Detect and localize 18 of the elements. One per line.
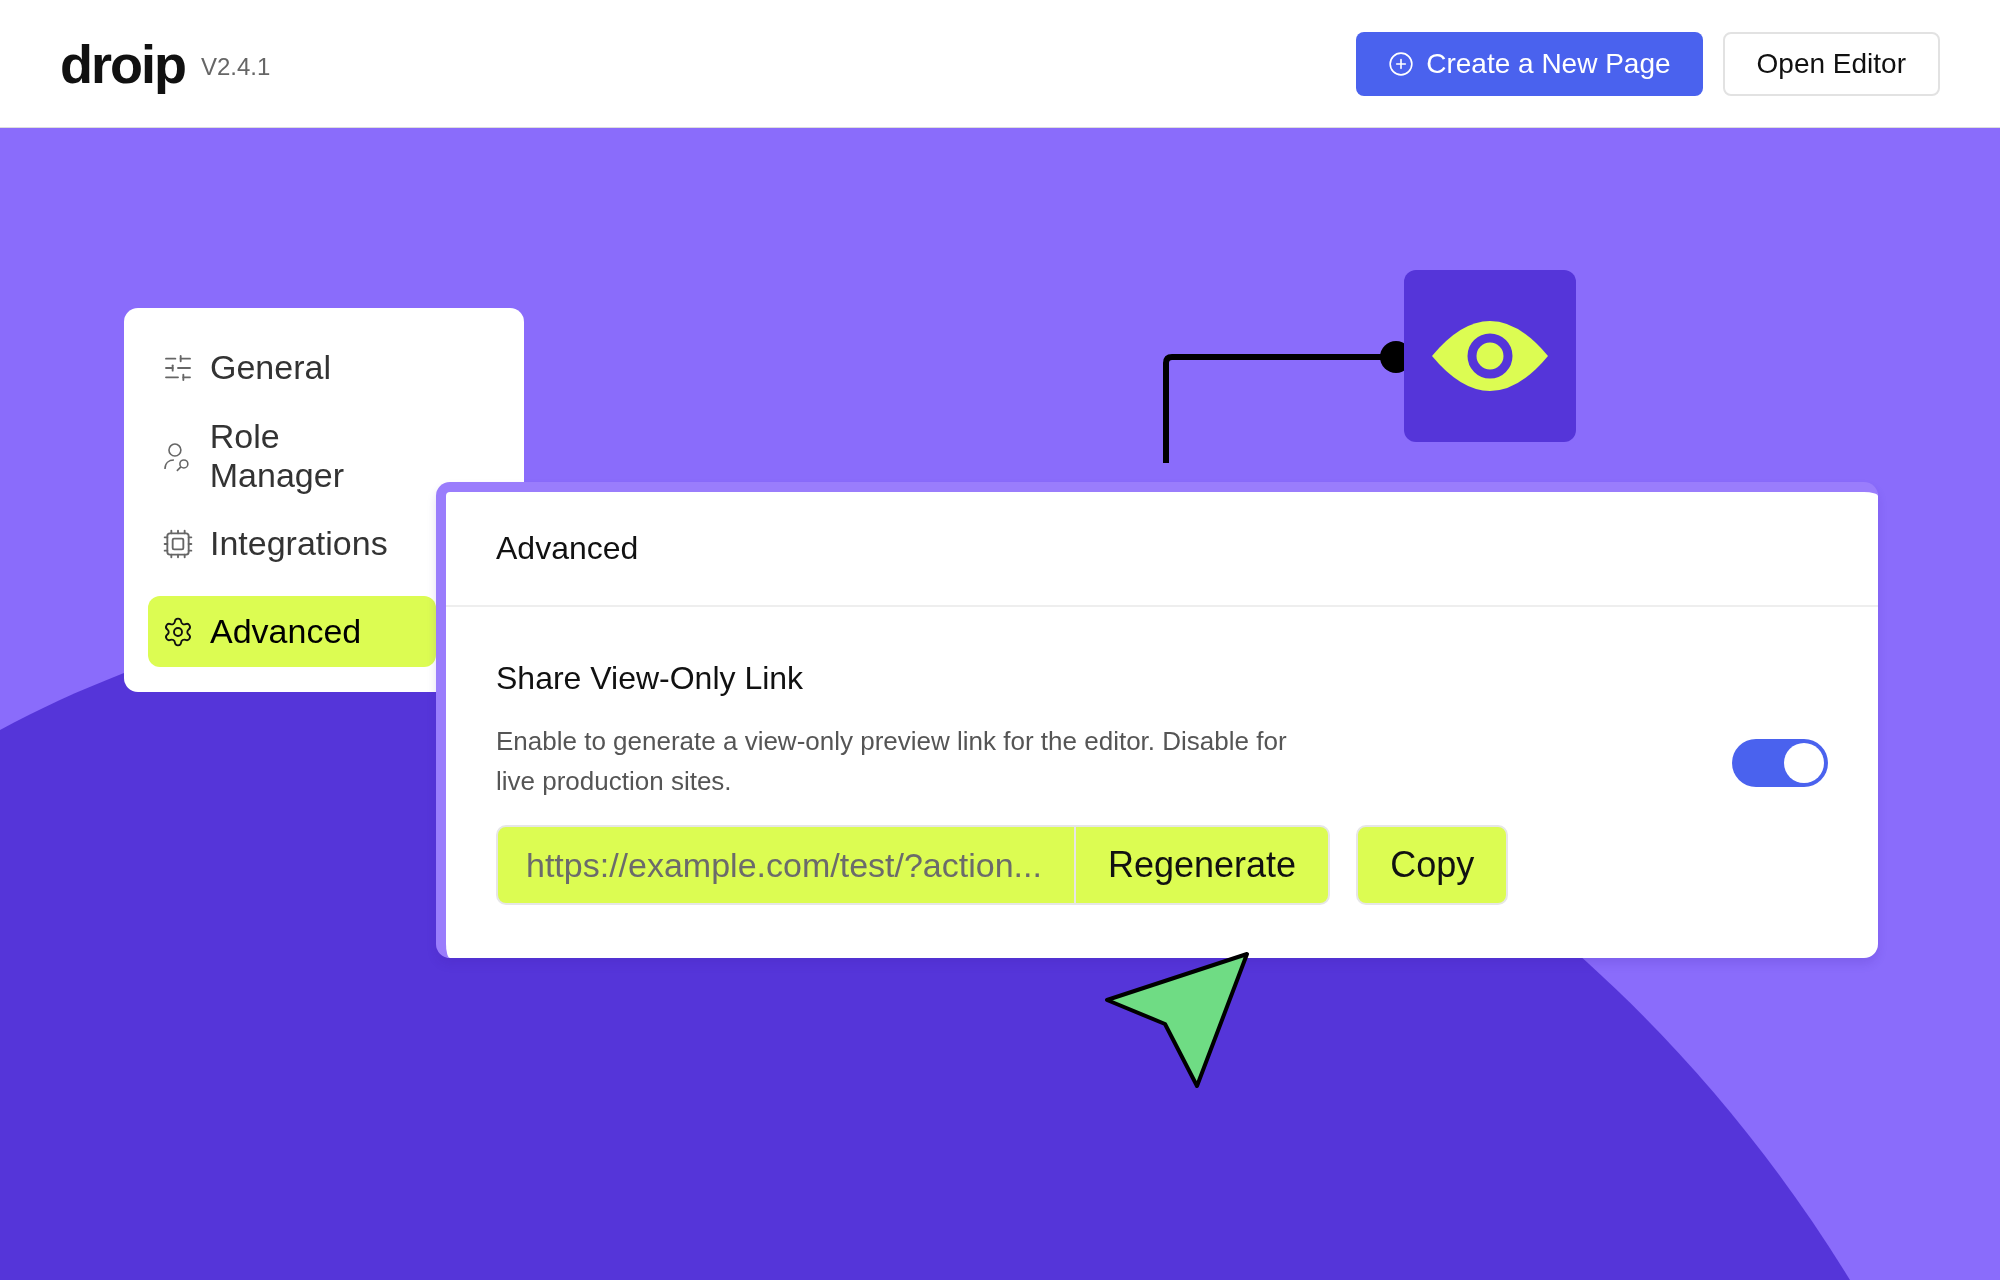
- chip-icon: [162, 527, 194, 560]
- regenerate-button[interactable]: Regenerate: [1076, 825, 1331, 905]
- plus-icon: [1388, 50, 1415, 77]
- sidebar-item[interactable]: Integrations: [148, 508, 436, 579]
- open-editor-button[interactable]: Open Editor: [1722, 31, 1940, 96]
- create-page-button[interactable]: Create a New Page: [1356, 31, 1703, 96]
- sidebar-item[interactable]: Advanced: [148, 596, 436, 667]
- logo-wordmark: droip: [60, 32, 185, 95]
- setting-title: Share View-Only Link: [496, 660, 805, 697]
- toggle-switch[interactable]: [1732, 738, 1828, 787]
- copy-button[interactable]: Copy: [1356, 825, 1509, 905]
- gear-icon: [162, 615, 194, 648]
- panel-title: Advanced: [446, 492, 1878, 607]
- cursor-arrow-icon: [1103, 950, 1251, 1090]
- link-field[interactable]: https://example.com/test/?action...: [496, 825, 1076, 905]
- setting-description: Enable to generate a view-only preview link for the editor. Disable for live production sites.: [496, 725, 1288, 798]
- sidebar-item[interactable]: General: [148, 332, 436, 403]
- version-label: V2.4.1: [201, 52, 271, 81]
